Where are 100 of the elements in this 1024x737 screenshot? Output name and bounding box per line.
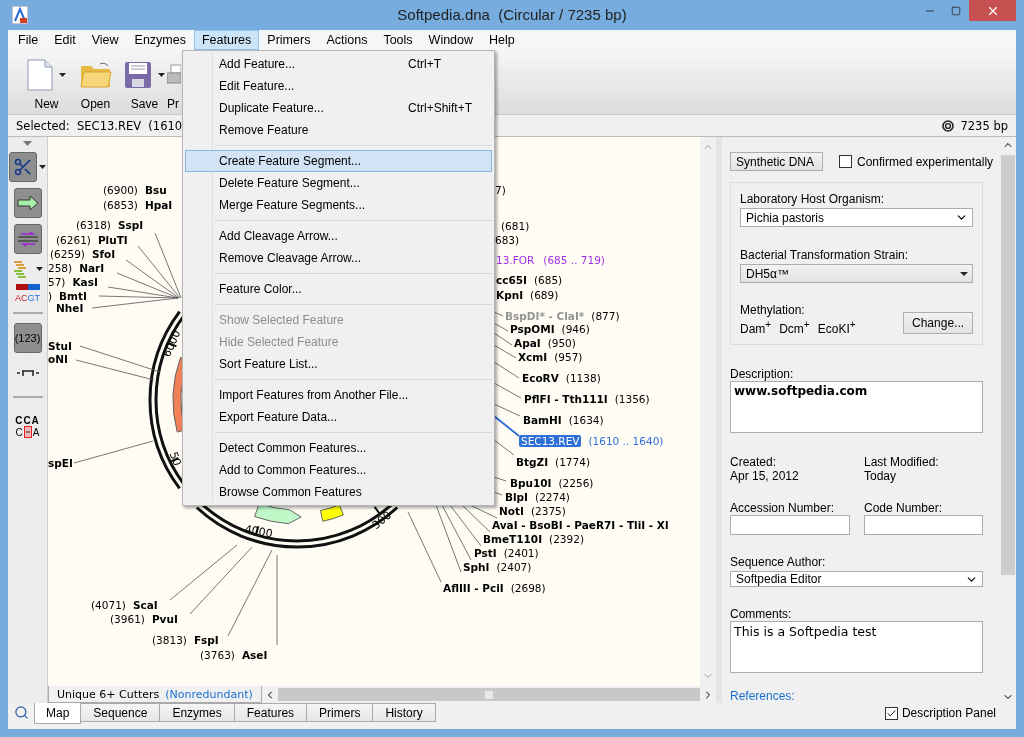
enzyme-label[interactable]: ApaI [514, 337, 541, 349]
enzyme-label[interactable]: HpaI [144, 199, 173, 211]
menu-item[interactable]: Export Feature Data... [185, 406, 492, 428]
enzyme-label[interactable]: AseI [241, 649, 268, 661]
description-field[interactable]: www.softpedia.com [730, 381, 983, 433]
host-organism-dropdown[interactable]: Pichia pastoris [740, 208, 973, 227]
accession-field[interactable] [730, 514, 850, 535]
menu-item[interactable]: Enzymes [126, 30, 194, 50]
enzyme-label[interactable]: BamHI [523, 414, 562, 426]
enzyme-label[interactable]: XcmI [518, 351, 548, 363]
enzyme-label[interactable]: BtgZI [516, 456, 549, 468]
view-tab[interactable]: Sequence [80, 703, 161, 722]
caret-icon[interactable] [59, 73, 66, 77]
enzyme-label[interactable]: BmeT110I [483, 533, 543, 545]
collapse-icon[interactable] [23, 141, 32, 146]
enzyme-label[interactable]: SfoI [91, 248, 116, 260]
menu-item[interactable]: Primers [259, 30, 319, 50]
checkbox[interactable] [839, 155, 852, 168]
molecule-type-dropdown[interactable]: Synthetic DNA [730, 152, 823, 171]
comments-field[interactable]: This is a Softpedia test [730, 621, 983, 673]
feature-label[interactable]: 13.FOR [494, 254, 537, 266]
arrow-tool-button[interactable] [13, 188, 42, 218]
menu-item[interactable]: Tools [375, 30, 421, 50]
enzyme-label[interactable]: BmtI [59, 290, 87, 302]
enzyme-label[interactable]: NotI [499, 505, 524, 517]
view-tab[interactable]: History [372, 703, 436, 722]
menu-item[interactable]: Merge Feature Segments... [185, 194, 492, 216]
menu-item[interactable]: Delete Feature Segment... [185, 172, 492, 194]
enzyme-label[interactable]: Bpu10I [510, 477, 552, 489]
enzyme-label[interactable]: KasI [72, 276, 98, 288]
toolbar-label[interactable]: Open [80, 97, 111, 111]
view-tab[interactable]: Enzymes [159, 703, 235, 722]
menu-item[interactable]: Actions [318, 30, 376, 50]
horizontal-scrollbar[interactable] [277, 688, 700, 701]
enzyme-label[interactable]: oNI [48, 353, 68, 365]
enzyme-label[interactable]: PluTI [97, 234, 128, 246]
strain-dropdown[interactable]: DH5α™ [740, 264, 973, 283]
caret-icon[interactable] [39, 165, 46, 169]
menu-item[interactable]: Add to Common Features... [185, 459, 492, 481]
view-tab[interactable]: Map [34, 703, 82, 724]
enzyme-label[interactable]: NheI [56, 302, 84, 314]
enzyme-label[interactable]: Bsu [144, 184, 167, 196]
enzyme-label[interactable]: StuI [48, 340, 72, 352]
menu-item[interactable]: Duplicate Feature... Ctrl+Shift+T [185, 97, 492, 119]
menu-item[interactable]: Edit Feature... [185, 75, 492, 97]
enzyme-label[interactable]: PstI [474, 547, 497, 559]
menu-item[interactable]: Browse Common Features [185, 481, 492, 503]
feature-label[interactable]: SEC13.REV [519, 435, 582, 447]
enzyme-label[interactable]: AvaI - BsoBI - PaeR7I - TliI - Xl [492, 519, 669, 531]
enzyme-set-tab[interactable]: Unique 6+ Cutters (Nonredundant) [48, 686, 262, 703]
menu-item[interactable]: Import Features from Another File... [185, 384, 492, 406]
enzyme-label[interactable]: PspOMI [510, 323, 555, 335]
toolbar-label[interactable]: New [34, 97, 59, 111]
enzyme-label[interactable]: BlpI [505, 491, 529, 503]
enzyme-label[interactable]: NarI [79, 262, 105, 274]
search-icon[interactable] [14, 705, 29, 720]
strands-tool-button[interactable] [13, 224, 42, 254]
numbers-tool-button[interactable]: (123) [13, 323, 42, 353]
enzyme-label[interactable]: KpnI [496, 289, 524, 301]
toolbar-label[interactable]: Save [130, 97, 159, 111]
toolbar-label[interactable]: Pr [167, 97, 179, 111]
enzyme-label[interactable]: cc65I [496, 274, 527, 286]
view-tab[interactable]: Primers [306, 703, 374, 722]
menu-item[interactable]: File [10, 30, 47, 50]
enzyme-label[interactable]: PvuI [151, 613, 178, 625]
menu-item[interactable]: Feature Color... [185, 278, 492, 300]
checkbox-label[interactable]: Confirmed experimentally [857, 154, 994, 169]
ruler-icon[interactable] [15, 369, 40, 377]
references-link[interactable]: References: [730, 689, 1000, 703]
menu-item[interactable]: Remove Cleavage Arrow... [185, 247, 492, 269]
menu-item[interactable]: Help [481, 30, 523, 50]
base-colors-label[interactable]: ACGT [15, 293, 40, 303]
menu-item[interactable]: View [83, 30, 127, 50]
color-bar-icon[interactable] [15, 284, 40, 290]
caret-icon[interactable] [158, 73, 165, 77]
code-field[interactable] [864, 514, 983, 535]
checkbox-label[interactable]: Description Panel [901, 706, 996, 720]
app-icon[interactable] [12, 6, 28, 24]
menu-item[interactable]: Detect Common Features... [185, 437, 492, 459]
menu-item[interactable]: Remove Feature [185, 119, 492, 141]
author-dropdown[interactable]: Softpedia Editor [730, 570, 983, 588]
menu-item[interactable]: Create Feature Segment... [185, 150, 492, 172]
menu-item[interactable]: Sort Feature List... [185, 353, 492, 375]
enzyme-label[interactable]: FspI [193, 634, 219, 646]
menu-item[interactable]: Add Cleavage Arrow... [185, 225, 492, 247]
enzyme-label[interactable]: AflIII - PciI [443, 582, 504, 594]
menu-item[interactable]: Window [420, 30, 482, 50]
menu-item[interactable]: Edit [46, 30, 84, 50]
enzyme-label[interactable]: ScaI [132, 599, 158, 611]
scrollbar-thumb[interactable] [1001, 155, 1015, 575]
enzyme-label[interactable]: SphI [463, 561, 490, 573]
view-tab[interactable]: Features [233, 703, 308, 722]
enzyme-label[interactable]: SspI [117, 219, 144, 231]
enzyme-label[interactable]: PflFI - Tth111I [524, 393, 608, 405]
checkbox[interactable] [884, 706, 898, 720]
caret-icon[interactable] [35, 267, 43, 271]
enzyme-label[interactable]: spEI [48, 457, 73, 469]
menu-item[interactable]: Add Feature... Ctrl+T [185, 53, 492, 75]
menu-item[interactable]: Features [194, 30, 260, 50]
enzyme-label[interactable]: EcoRV [522, 372, 559, 384]
